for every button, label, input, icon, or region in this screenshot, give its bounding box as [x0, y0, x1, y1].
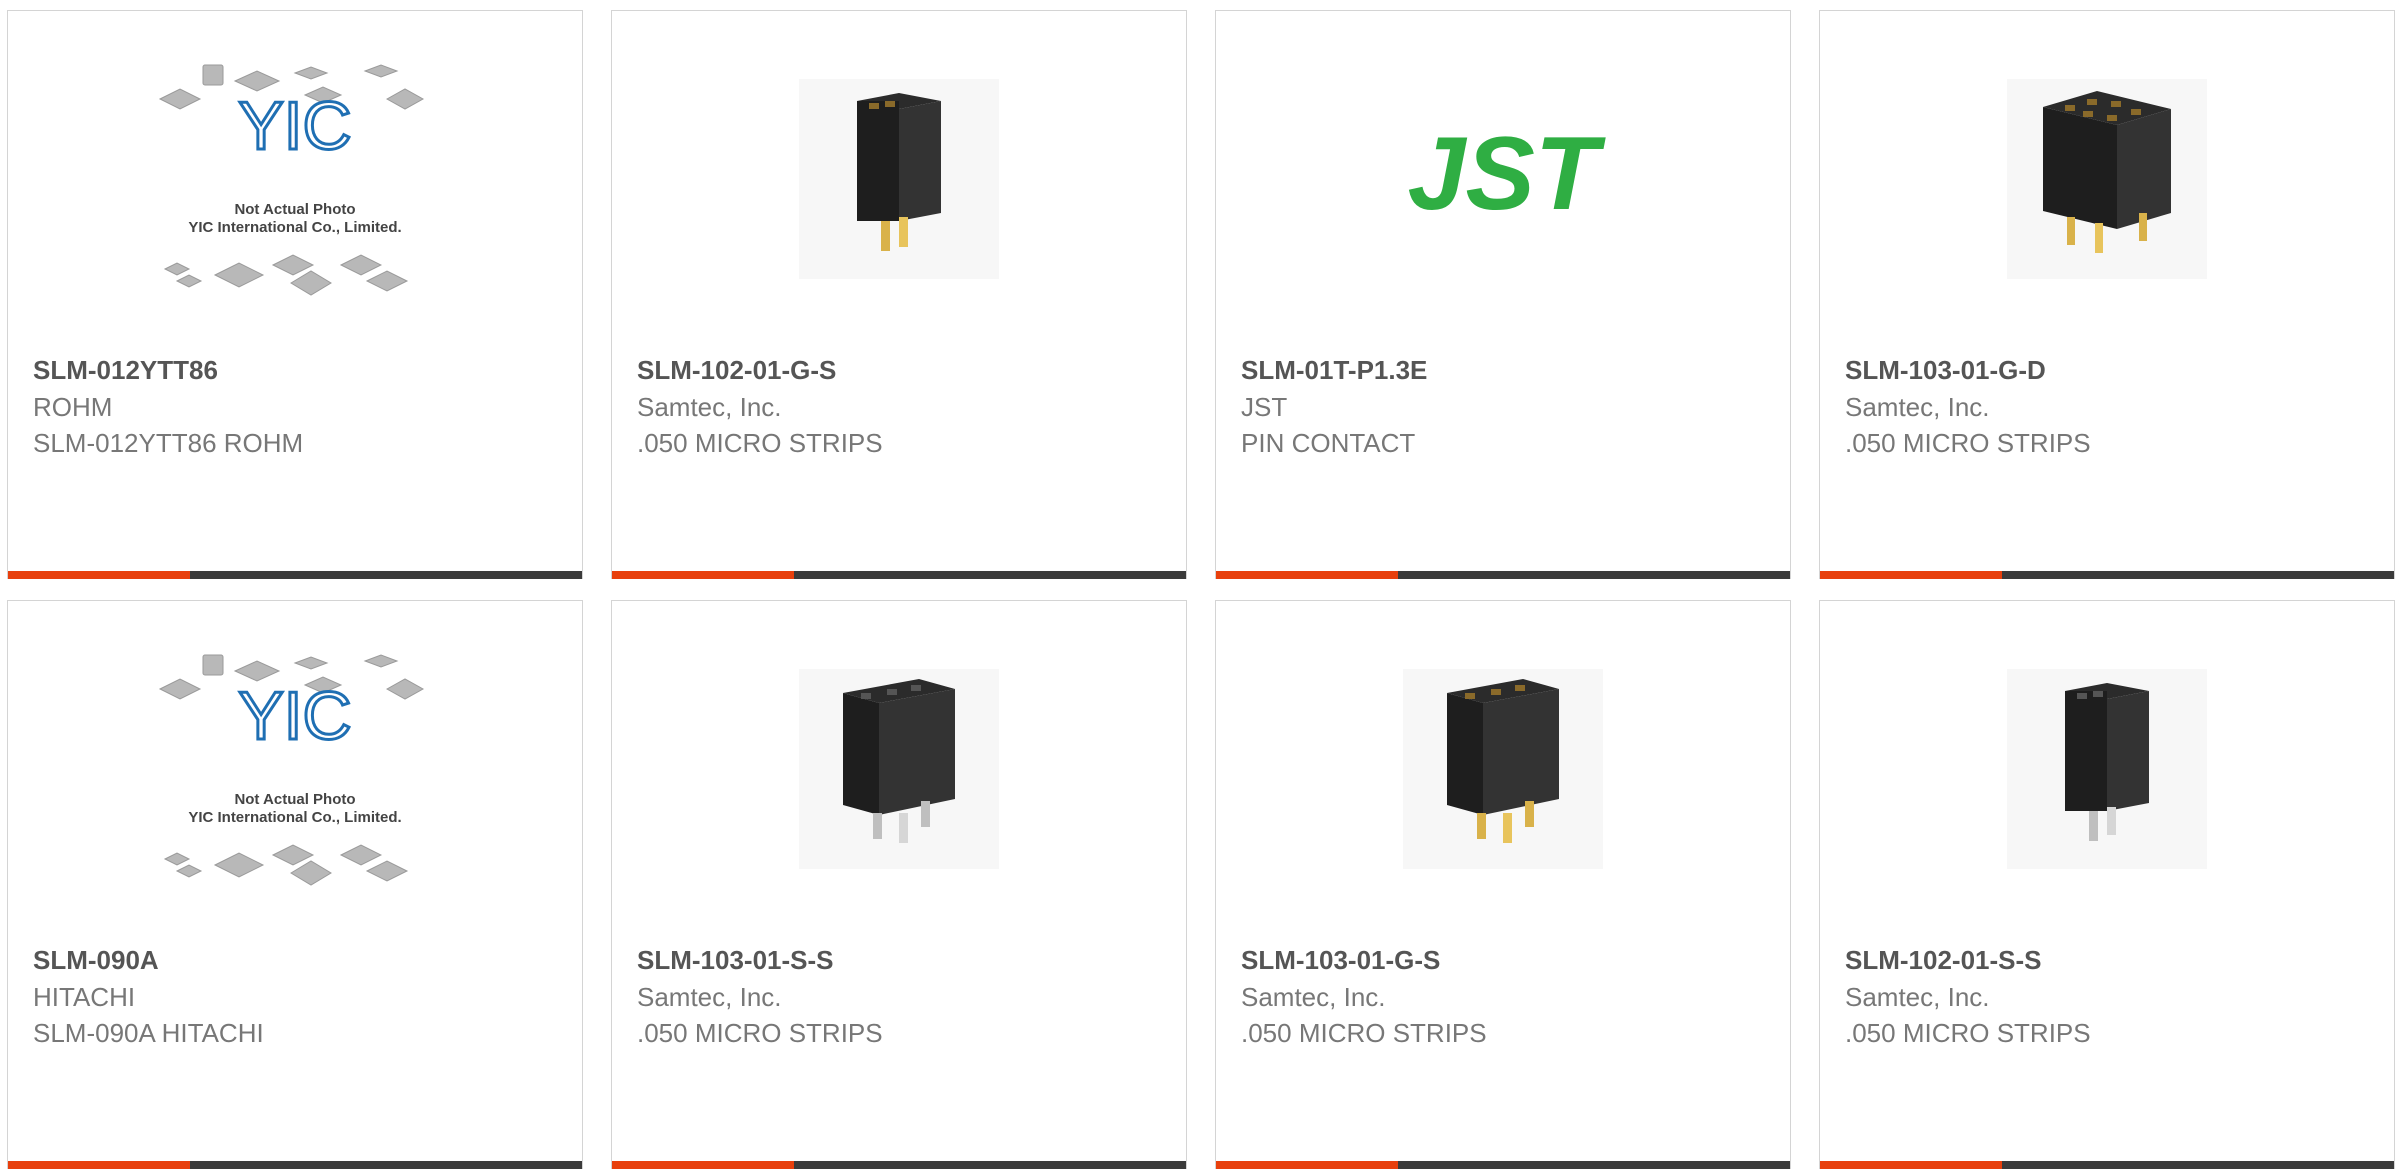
- card-bar: [1216, 571, 1790, 579]
- card-bar-accent: [1820, 571, 2002, 579]
- product-image-placeholder[interactable]: YIC Not Actual Photo YIC International C…: [155, 64, 435, 296]
- image-caption: Not Actual Photo: [234, 201, 355, 218]
- connector-icon: [2007, 79, 2207, 279]
- product-card[interactable]: SLM-103-01-S-S Samtec, Inc. .050 MICRO S…: [611, 600, 1187, 1169]
- description: .050 MICRO STRIPS: [1845, 1018, 2091, 1048]
- part-number[interactable]: SLM-012YTT86: [33, 355, 218, 386]
- card-bar-accent: [612, 1161, 794, 1169]
- part-number[interactable]: SLM-102-01-G-S: [637, 355, 836, 386]
- jst-logo-icon: JST: [1408, 116, 1606, 232]
- description: .050 MICRO STRIPS: [1845, 428, 2091, 458]
- jst-logo: JST: [1408, 116, 1606, 232]
- yic-placeholder-icon: YIC Not Actual Photo YIC International C…: [158, 654, 425, 886]
- card-bar: [1820, 1161, 2394, 1169]
- card-bar: [1216, 1161, 1790, 1169]
- manufacturer: Samtec, Inc.: [1845, 982, 1990, 1012]
- part-number[interactable]: SLM-090A: [33, 945, 159, 976]
- product-image[interactable]: [799, 669, 999, 869]
- product-image-logo[interactable]: JST: [1383, 79, 1623, 279]
- card-bar: [8, 571, 582, 579]
- connector-icon: [1403, 669, 1603, 869]
- product-image[interactable]: [1403, 669, 1603, 869]
- product-image[interactable]: [2007, 669, 2207, 869]
- part-number[interactable]: SLM-102-01-S-S: [1845, 945, 2042, 976]
- product-card[interactable]: SLM-103-01-G-S Samtec, Inc. .050 MICRO S…: [1215, 600, 1791, 1169]
- image-caption: YIC International Co., Limited.: [188, 219, 401, 236]
- yic-logo: YIC: [238, 678, 351, 754]
- card-bar-accent: [8, 571, 190, 579]
- manufacturer: HITACHI: [33, 982, 136, 1012]
- product-card[interactable]: YIC Not Actual Photo YIC International C…: [7, 600, 583, 1169]
- card-bar-accent: [1820, 1161, 2002, 1169]
- description: .050 MICRO STRIPS: [637, 428, 883, 458]
- part-number[interactable]: SLM-103-01-G-S: [1241, 945, 1440, 976]
- description: .050 MICRO STRIPS: [1241, 1018, 1487, 1048]
- product-card[interactable]: SLM-103-01-G-D Samtec, Inc. .050 MICRO S…: [1819, 10, 2395, 579]
- description: .050 MICRO STRIPS: [637, 1018, 883, 1048]
- card-bar-accent: [8, 1161, 190, 1169]
- part-number[interactable]: SLM-01T-P1.3E: [1241, 355, 1427, 386]
- product-card[interactable]: SLM-102-01-S-S Samtec, Inc. .050 MICRO S…: [1819, 600, 2395, 1169]
- product-image-placeholder[interactable]: YIC Not Actual Photo YIC International C…: [155, 654, 435, 886]
- manufacturer: JST: [1241, 392, 1288, 422]
- yic-placeholder-icon: YIC Not Actual Photo YIC International C…: [158, 64, 425, 296]
- product-card[interactable]: YIC Not Actual Photo YIC International C…: [7, 10, 583, 579]
- card-bar-accent: [1216, 571, 1398, 579]
- card-bar: [612, 571, 1186, 579]
- card-bar-accent: [612, 571, 794, 579]
- part-number[interactable]: SLM-103-01-S-S: [637, 945, 834, 976]
- image-caption: YIC International Co., Limited.: [188, 809, 401, 826]
- description: SLM-090A HITACHI: [33, 1018, 264, 1048]
- product-image[interactable]: [799, 79, 999, 279]
- manufacturer: Samtec, Inc.: [637, 392, 782, 422]
- card-bar-accent: [1216, 1161, 1398, 1169]
- product-card[interactable]: SLM-102-01-G-S Samtec, Inc. .050 MICRO S…: [611, 10, 1187, 579]
- product-image[interactable]: [2007, 79, 2207, 279]
- description: SLM-012YTT86 ROHM: [33, 428, 304, 458]
- connector-icon: [799, 669, 999, 869]
- yic-logo: YIC: [238, 88, 351, 164]
- image-caption: Not Actual Photo: [234, 791, 355, 808]
- product-grid: YIC Not Actual Photo YIC International C…: [7, 10, 2400, 1169]
- manufacturer: ROHM: [33, 392, 113, 422]
- card-bar: [1820, 571, 2394, 579]
- connector-icon: [799, 79, 999, 279]
- connector-icon: [2007, 669, 2207, 869]
- manufacturer: Samtec, Inc.: [1241, 982, 1386, 1012]
- manufacturer: Samtec, Inc.: [637, 982, 782, 1012]
- description: PIN CONTACT: [1241, 428, 1416, 458]
- manufacturer: Samtec, Inc.: [1845, 392, 1990, 422]
- card-bar: [8, 1161, 582, 1169]
- part-number[interactable]: SLM-103-01-G-D: [1845, 355, 2046, 386]
- card-bar: [612, 1161, 1186, 1169]
- product-card[interactable]: JST SLM-01T-P1.3E JST PIN CONTACT: [1215, 10, 1791, 579]
